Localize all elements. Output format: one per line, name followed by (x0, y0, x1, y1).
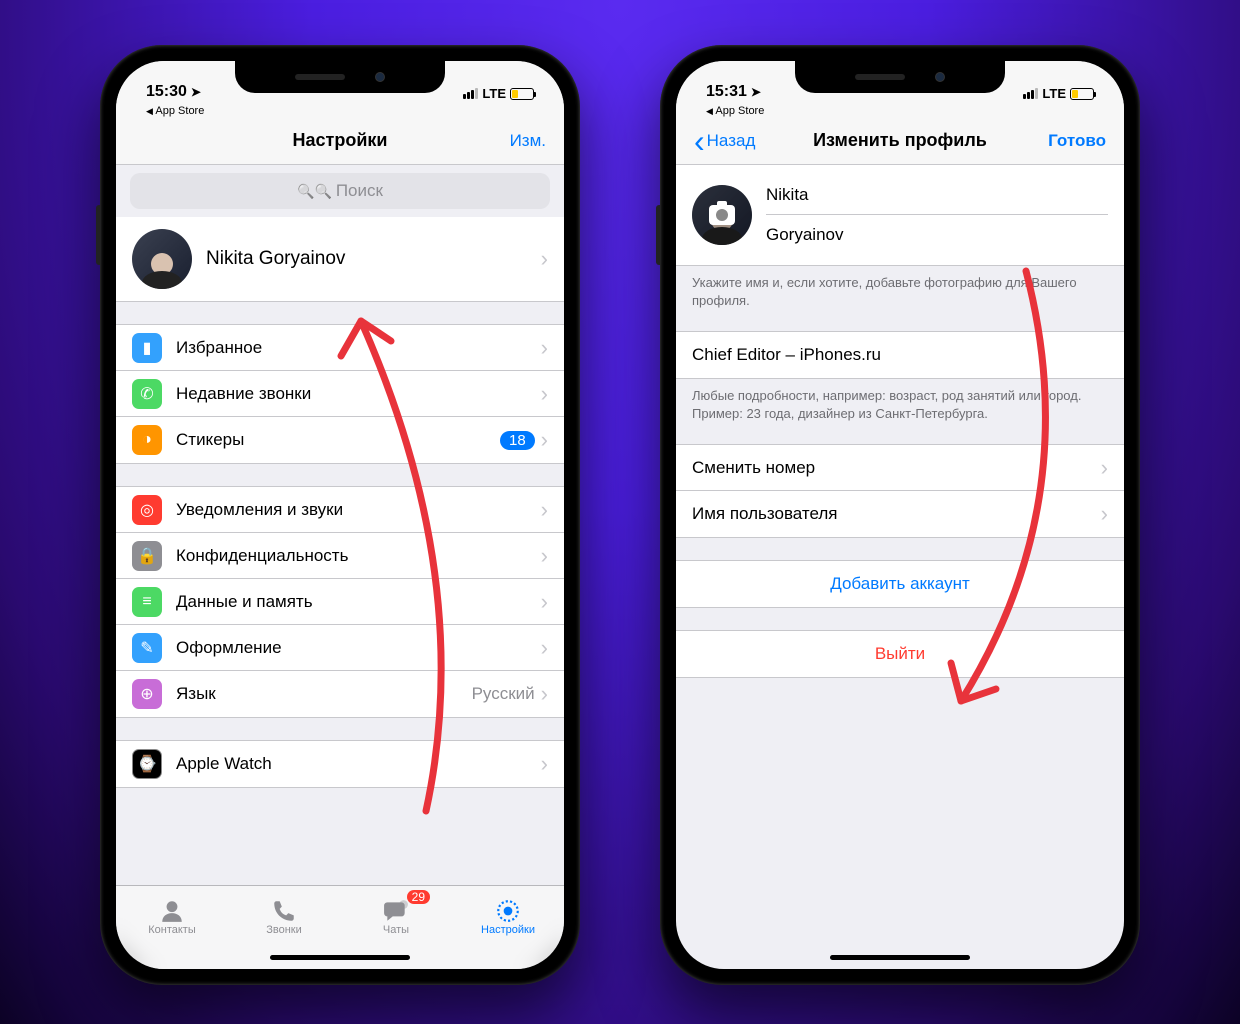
name-section: Nikita Goryainov (676, 165, 1124, 266)
globe-icon: ⊕ (132, 679, 162, 709)
add-account-button[interactable]: Добавить аккаунт (676, 561, 1124, 607)
location-icon: ➤ (751, 85, 761, 99)
stickers-cell[interactable]: ◑ Стикеры 18 › (116, 417, 564, 463)
status-time: 15:31 (706, 83, 747, 101)
nav-title: Настройки (214, 130, 466, 151)
home-indicator[interactable] (270, 955, 410, 960)
phone-icon: ✆ (132, 379, 162, 409)
tab-contacts[interactable]: Контакты (116, 886, 228, 947)
change-number-cell[interactable]: Сменить номер › (676, 445, 1124, 491)
chevron-right-icon: › (541, 381, 548, 407)
battery-icon (510, 88, 534, 100)
tab-calls[interactable]: Звонки (228, 886, 340, 947)
profile-cell[interactable]: Nikita Goryainov › (116, 217, 564, 301)
bio-section: Chief Editor – iPhones.ru (676, 331, 1124, 379)
status-time: 15:30 (146, 83, 187, 101)
bookmark-icon: ▮ (132, 333, 162, 363)
logout-button[interactable]: Выйти (676, 631, 1124, 677)
account-section: Сменить номер › Имя пользователя › (676, 444, 1124, 538)
language-value: Русский (472, 684, 535, 704)
network-label: LTE (482, 86, 506, 101)
bell-icon: ◎ (132, 495, 162, 525)
notch (235, 61, 445, 93)
settings-group-2: ◎ Уведомления и звуки › 🔒 Конфиденциальн… (116, 486, 564, 718)
done-button[interactable]: Готово (1026, 131, 1106, 151)
contacts-icon (158, 898, 186, 924)
battery-icon (1070, 88, 1094, 100)
avatar (132, 229, 192, 289)
nav-bar: Настройки Изм. (116, 117, 564, 165)
chevron-right-icon: › (541, 497, 548, 523)
username-cell[interactable]: Имя пользователя › (676, 491, 1124, 537)
tab-chats[interactable]: 29 Чаты (340, 886, 452, 947)
brush-icon: ✎ (132, 633, 162, 663)
signal-icon (1023, 88, 1038, 99)
avatar-editable[interactable] (692, 185, 752, 245)
moon-icon: ◑ (132, 425, 162, 455)
bio-field[interactable]: Chief Editor – iPhones.ru (676, 332, 1124, 378)
bio-hint: Любые подробности, например: возраст, ро… (676, 379, 1124, 422)
apple-watch-cell[interactable]: ⌚ Apple Watch › (116, 741, 564, 787)
language-cell[interactable]: ⊕ Язык Русский › (116, 671, 564, 717)
name-hint: Укажите имя и, если хотите, добавьте фот… (676, 266, 1124, 309)
chevron-right-icon: › (541, 751, 548, 777)
edit-button[interactable]: Изм. (466, 131, 546, 151)
breadcrumb[interactable]: App Store (116, 105, 564, 117)
notifications-cell[interactable]: ◎ Уведомления и звуки › (116, 487, 564, 533)
nav-bar: Назад Изменить профиль Готово (676, 117, 1124, 165)
settings-group-1: ▮ Избранное › ✆ Недавние звонки › ◑ Стик… (116, 324, 564, 464)
chevron-right-icon: › (541, 635, 548, 661)
gear-icon (494, 898, 522, 924)
settings-group-3: ⌚ Apple Watch › (116, 740, 564, 788)
chevron-right-icon: › (541, 427, 548, 453)
screen: 15:31 ➤ LTE App Store Назад Изменить про… (676, 61, 1124, 969)
stickers-badge: 18 (500, 431, 535, 450)
screen: 15:30 ➤ LTE App Store Настройки Изм. Пои… (116, 61, 564, 969)
home-indicator[interactable] (830, 955, 970, 960)
first-name-field[interactable]: Nikita (766, 175, 1108, 215)
watch-icon: ⌚ (132, 749, 162, 779)
add-account-section: Добавить аккаунт (676, 560, 1124, 608)
chats-badge: 29 (407, 890, 430, 904)
chevron-right-icon: › (541, 335, 548, 361)
network-label: LTE (1042, 86, 1066, 101)
signal-icon (463, 88, 478, 99)
chevron-right-icon: › (541, 246, 548, 272)
search-input[interactable]: Поиск (130, 173, 550, 209)
notch (795, 61, 1005, 93)
disk-icon: ≡ (132, 587, 162, 617)
chats-icon (382, 898, 410, 924)
phone-right: 15:31 ➤ LTE App Store Назад Изменить про… (660, 45, 1140, 985)
phone-left: 15:30 ➤ LTE App Store Настройки Изм. Пои… (100, 45, 580, 985)
phone-icon (270, 898, 298, 924)
recent-calls-cell[interactable]: ✆ Недавние звонки › (116, 371, 564, 417)
profile-section: Nikita Goryainov › (116, 217, 564, 302)
edit-name-cell: Nikita Goryainov (676, 165, 1124, 265)
nav-title: Изменить профиль (774, 130, 1026, 151)
location-icon: ➤ (191, 85, 201, 99)
logout-section: Выйти (676, 630, 1124, 678)
chevron-right-icon: › (541, 543, 548, 569)
lock-icon: 🔒 (132, 541, 162, 571)
last-name-field[interactable]: Goryainov (766, 215, 1108, 255)
chevron-right-icon: › (1101, 501, 1108, 527)
appearance-cell[interactable]: ✎ Оформление › (116, 625, 564, 671)
data-storage-cell[interactable]: ≡ Данные и память › (116, 579, 564, 625)
chevron-right-icon: › (541, 681, 548, 707)
back-button[interactable]: Назад (694, 131, 774, 151)
breadcrumb[interactable]: App Store (676, 105, 1124, 117)
chevron-right-icon: › (1101, 455, 1108, 481)
camera-icon (709, 205, 735, 225)
privacy-cell[interactable]: 🔒 Конфиденциальность › (116, 533, 564, 579)
profile-name: Nikita Goryainov (206, 248, 541, 270)
favorites-cell[interactable]: ▮ Избранное › (116, 325, 564, 371)
search-icon (297, 181, 314, 201)
chevron-right-icon: › (541, 589, 548, 615)
tab-settings[interactable]: Настройки (452, 886, 564, 947)
